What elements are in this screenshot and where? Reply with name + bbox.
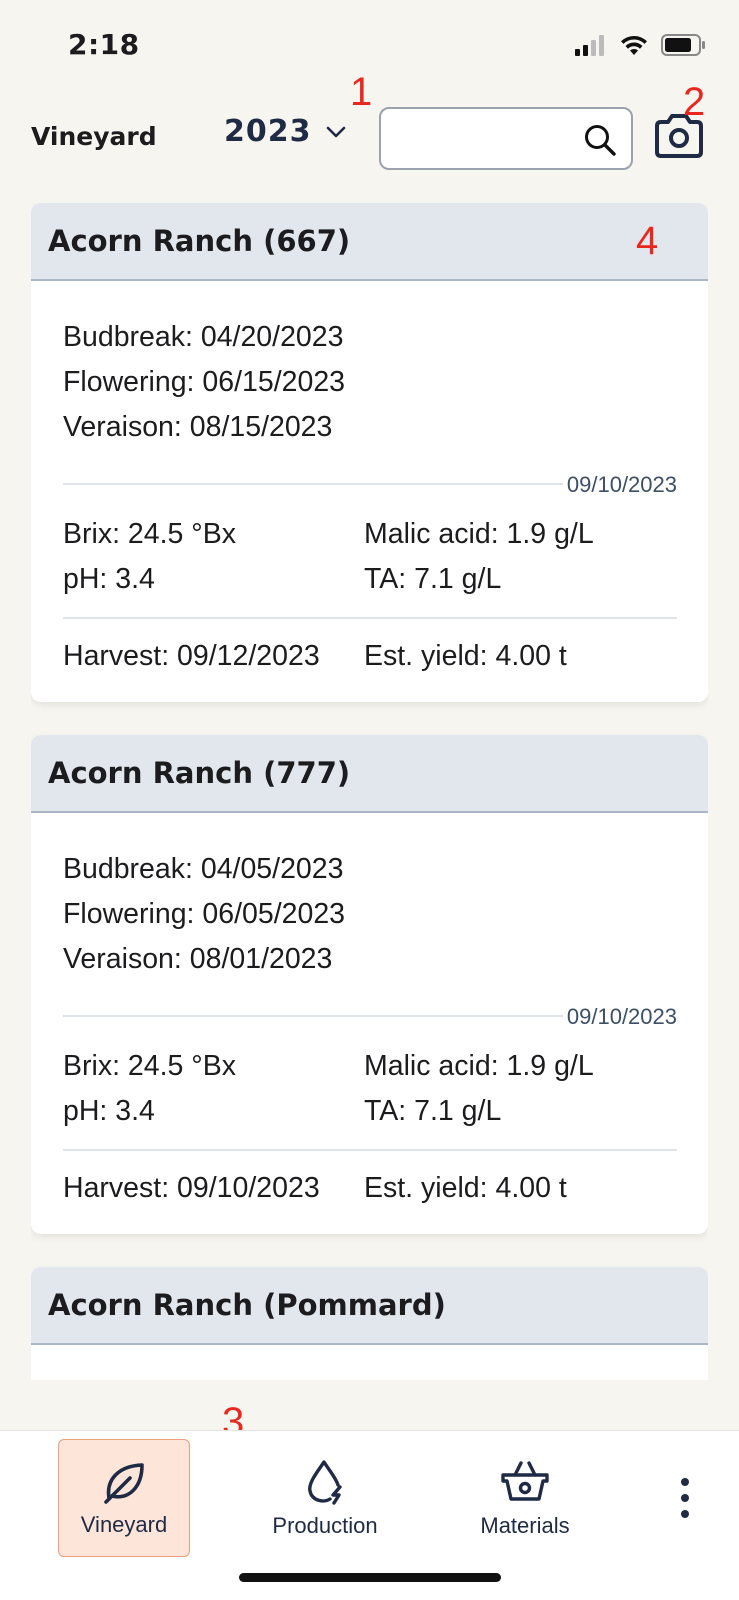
sample-divider: 09/10/2023 [63, 1004, 677, 1034]
sample-date: 09/10/2023 [562, 472, 677, 498]
card-title: Acorn Ranch (667) [48, 224, 351, 258]
harvest-row: Harvest: 09/12/2023 Est. yield: 4.00 t [63, 636, 677, 676]
malic-acid-value: Malic acid: 1.9 g/L [364, 1050, 594, 1082]
search-icon[interactable] [583, 123, 617, 157]
sample-divider: 09/10/2023 [63, 472, 677, 502]
page-title: Vineyard [31, 122, 157, 151]
harvest-date: Harvest: 09/12/2023 [63, 640, 320, 672]
vineyard-card[interactable]: Acorn Ranch (777) Budbreak: 04/05/2023 F… [31, 735, 708, 1234]
flowering-date: Flowering: 06/15/2023 [63, 366, 346, 398]
status-time: 2:18 [68, 28, 140, 61]
lab-metrics: Brix: 24.5 °Bx Malic acid: 1.9 g/L pH: 3… [63, 1044, 677, 1134]
card-body: Budbreak: 04/05/2023 Flowering: 06/05/20… [31, 813, 708, 1234]
card-header[interactable]: Acorn Ranch (Pommard) [31, 1267, 708, 1345]
search-input[interactable] [381, 109, 571, 168]
search-field[interactable] [379, 107, 633, 170]
veraison-date: Veraison: 08/01/2023 [63, 943, 333, 975]
leaf-icon [104, 1463, 144, 1504]
year-value: 2023 [224, 114, 312, 149]
ph-value: pH: 3.4 [63, 563, 155, 595]
card-title: Acorn Ranch (777) [48, 756, 351, 790]
card-title: Acorn Ranch (Pommard) [48, 1288, 446, 1322]
budbreak-date: Budbreak: 04/20/2023 [63, 321, 344, 353]
nav-label: Vineyard [80, 1512, 168, 1537]
harvest-row: Harvest: 09/10/2023 Est. yield: 4.00 t [63, 1168, 677, 1208]
annotation-1: 1 [350, 70, 373, 114]
home-indicator [239, 1573, 501, 1582]
flowering-date: Flowering: 06/05/2023 [63, 898, 346, 930]
vineyard-card[interactable]: Acorn Ranch (667) 4 Budbreak: 04/20/2023… [31, 203, 708, 702]
card-body [31, 1345, 708, 1380]
vineyard-card[interactable]: Acorn Ranch (Pommard) [31, 1267, 708, 1380]
harvest-date: Harvest: 09/10/2023 [63, 1172, 320, 1204]
divider [63, 1149, 677, 1151]
vineyard-list[interactable]: Acorn Ranch (667) 4 Budbreak: 04/20/2023… [31, 203, 708, 1380]
nav-item-vineyard[interactable]: Vineyard [58, 1439, 190, 1557]
ph-value: pH: 3.4 [63, 1095, 155, 1127]
nav-label: Production [272, 1513, 378, 1538]
signal-icon [575, 35, 604, 56]
wifi-icon [621, 35, 647, 55]
malic-acid-value: Malic acid: 1.9 g/L [364, 518, 594, 550]
veraison-date: Veraison: 08/15/2023 [63, 411, 333, 443]
brix-value: Brix: 24.5 °Bx [63, 518, 236, 550]
estimated-yield: Est. yield: 4.00 t [364, 640, 567, 672]
basket-icon [501, 1461, 549, 1501]
annotation-2: 2 [683, 80, 706, 124]
card-header[interactable]: Acorn Ranch (667) 4 [31, 203, 708, 281]
more-button[interactable] [660, 1439, 710, 1557]
status-icons [575, 34, 707, 56]
nav-item-materials[interactable]: Materials [460, 1439, 590, 1557]
card-body: Budbreak: 04/20/2023 Flowering: 06/15/20… [31, 281, 708, 702]
drop-bolt-icon [308, 1460, 342, 1505]
year-select[interactable]: 2023 [224, 114, 346, 149]
ta-value: TA: 7.1 g/L [364, 563, 502, 595]
annotation-4: 4 [636, 219, 659, 263]
chevron-down-icon [326, 126, 345, 137]
nav-item-production[interactable]: Production [255, 1439, 395, 1557]
nav-label: Materials [480, 1513, 570, 1538]
more-vertical-icon [681, 1478, 689, 1518]
card-header[interactable]: Acorn Ranch (777) [31, 735, 708, 813]
estimated-yield: Est. yield: 4.00 t [364, 1172, 567, 1204]
ta-value: TA: 7.1 g/L [364, 1095, 502, 1127]
budbreak-date: Budbreak: 04/05/2023 [63, 853, 344, 885]
lab-metrics: Brix: 24.5 °Bx Malic acid: 1.9 g/L pH: 3… [63, 512, 677, 602]
battery-icon [661, 34, 705, 56]
brix-value: Brix: 24.5 °Bx [63, 1050, 236, 1082]
divider [63, 617, 677, 619]
sample-date: 09/10/2023 [562, 1004, 677, 1030]
